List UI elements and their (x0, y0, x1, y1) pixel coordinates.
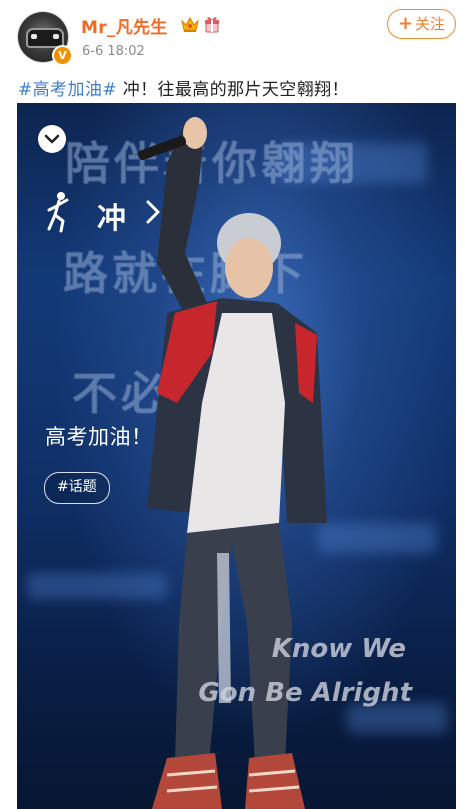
hashtag-link[interactable]: #高考加油# (18, 80, 117, 100)
post-timestamp: 6-6 18:02 (82, 44, 145, 59)
follow-label: 关注 (415, 15, 446, 33)
post-text: #高考加油# 冲！往最高的那片天空翱翔！ (18, 75, 349, 100)
username[interactable]: Mr_凡先生 (81, 13, 168, 38)
gift-icon[interactable] (203, 15, 221, 33)
plus-icon: + (397, 13, 414, 34)
chevron-down-icon (44, 134, 60, 144)
post-image[interactable]: 陪伴着你翱翔 路就在脚下 不必害怕 (17, 103, 456, 809)
chong-label[interactable]: 冲 (97, 195, 126, 237)
collapse-button[interactable] (38, 125, 66, 153)
post-body: 冲！往最高的那片天空翱翔！ (116, 80, 349, 100)
weibo-post: V Mr_凡先生 6-6 18:02 + 关注 #高考加油# 冲！往最高的那片天空… (0, 0, 473, 809)
topic-chip[interactable]: #话题 (44, 472, 110, 504)
post-header: V Mr_凡先生 6-6 18:02 + 关注 (0, 0, 473, 66)
song-title-line: Gon Be Alright (198, 678, 412, 708)
crown-icon[interactable] (181, 16, 199, 33)
chevron-right-icon[interactable] (145, 199, 161, 225)
runner-icon (47, 192, 69, 233)
song-title-line: Know We (271, 634, 406, 664)
follow-button[interactable]: + 关注 (387, 9, 456, 39)
image-caption: 高考加油！ (45, 425, 153, 449)
verified-badge: V (52, 45, 73, 66)
